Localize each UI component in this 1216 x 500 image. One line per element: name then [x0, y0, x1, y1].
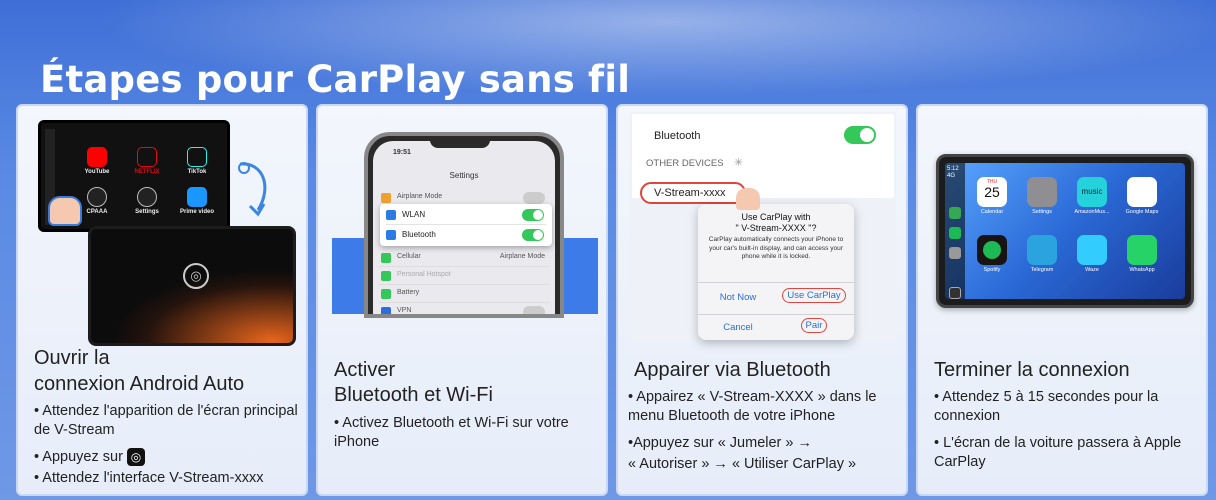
step-card-finish: 5:12 4G THU 25 Calendar Settings music Am… — [916, 104, 1208, 496]
card-title-line1: Ouvrir la — [34, 347, 110, 369]
app-label: Waze — [1085, 267, 1099, 273]
app-label: WhatsApp — [1129, 267, 1155, 273]
bullet-item: « Autoriser » → « Utiliser CarPlay » — [628, 456, 857, 472]
cpaaa-icon — [87, 187, 107, 207]
bullet-item: • L'écran de la voiture passera à Apple … — [934, 435, 1182, 470]
app-label: TikTok — [187, 169, 207, 175]
card-title-line2: Bluetooth et Wi-Fi — [334, 384, 493, 406]
dialog-body: CarPlay automatically connects your iPho… — [708, 236, 844, 260]
bullet-item: • Attendez 5 à 15 secondes pour la conne… — [934, 389, 1159, 424]
app-label: CPAAA — [86, 209, 108, 215]
bullet-item: • Appairez « V-Stream-XXXX » dans le men… — [628, 389, 877, 424]
tapping-hand-icon — [736, 188, 760, 210]
vstream-logo-icon: ◎ — [183, 263, 209, 289]
app-label: Calendar — [980, 209, 1004, 215]
card-bullets: • Appairez « V-Stream-XXXX » dans le men… — [628, 388, 900, 482]
bluetooth-toggle[interactable] — [844, 126, 876, 144]
carplay-dialog: Use CarPlay with " V-Stream-XXXX "? CarP… — [698, 204, 854, 340]
app-label: AmazonMus... — [1074, 209, 1110, 215]
card-bullets: • Attendez 5 à 15 secondes pour la conne… — [934, 388, 1200, 480]
bluetooth-toggle-row: Bluetooth — [386, 225, 546, 245]
bluetooth-icon — [386, 230, 396, 240]
card-title-line1: Activer — [334, 359, 396, 381]
vstream-app-icon: ◎ — [126, 448, 145, 467]
wlan-toggle[interactable] — [522, 209, 544, 221]
wlan-bluetooth-popout: WLAN Bluetooth — [380, 204, 552, 246]
wifi-icon — [386, 210, 396, 220]
app-label: Settings — [135, 209, 159, 215]
carplay-time: 5:12 4G — [947, 166, 959, 179]
google-maps-icon[interactable] — [1127, 177, 1157, 207]
youtube-icon — [87, 147, 107, 167]
spotify-icon[interactable] — [977, 235, 1007, 265]
step-card-pair-bluetooth: Bluetooth OTHER DEVICES ✳ V-Stream-xxxx … — [616, 104, 908, 496]
bullet-text: • Appuyez sur — [34, 449, 123, 465]
app-label: NETFLIX — [134, 169, 160, 175]
amazon-music-icon[interactable]: music — [1077, 177, 1107, 207]
card-title-line2: connexion Android Auto — [34, 373, 245, 395]
bluetooth-settings-mockup: Bluetooth OTHER DEVICES ✳ V-Stream-xxxx … — [630, 112, 896, 340]
app-label: Telegram — [1030, 267, 1054, 273]
settings-row-vpn: VPN — [379, 303, 549, 314]
whatsapp-icon[interactable] — [1127, 235, 1157, 265]
app-label: Prime video — [179, 209, 214, 215]
bluetooth-toggle[interactable] — [522, 229, 544, 241]
other-devices-label: OTHER DEVICES — [646, 158, 724, 169]
card-bullets: • Attendez l'apparition de l'écran princ… — [34, 402, 300, 494]
spotify-dock-icon[interactable] — [949, 227, 961, 239]
cancel-button[interactable]: Cancel — [706, 322, 770, 333]
settings-row-cellular: Cellular Airplane Mode — [379, 249, 549, 267]
card-title: Appairer via Bluetooth — [634, 359, 831, 381]
calendar-icon[interactable]: THU 25 — [977, 177, 1007, 207]
settings-row-hotspot: Personal Hotspot — [379, 267, 549, 285]
settings-header: Settings — [449, 171, 479, 180]
device-v-stream[interactable]: V-Stream-xxxx — [640, 182, 746, 204]
carplay-dock: 5:12 4G — [945, 163, 965, 299]
carplay-screen: 5:12 4G THU 25 Calendar Settings music Am… — [945, 163, 1185, 299]
dialog-title: Use CarPlay with " V-Stream-XXXX "? — [735, 212, 817, 233]
divider — [698, 282, 854, 283]
wlan-toggle-row: WLAN — [386, 205, 546, 225]
tapping-hand-icon — [48, 196, 82, 226]
not-now-button[interactable]: Not Now — [706, 292, 770, 303]
head-unit-vstream-screen: ◎ — [88, 226, 296, 346]
app-label: Google Maps — [1125, 209, 1159, 215]
use-carplay-button[interactable]: Use CarPlay — [778, 288, 850, 303]
bullet-item: • Attendez l'apparition de l'écran princ… — [34, 403, 298, 438]
app-label: Settings — [1032, 209, 1052, 215]
bullet-item: •Appuyez sur « Jumeler » → — [628, 435, 812, 451]
transition-arrow-icon — [238, 162, 267, 217]
settings-row-battery: Battery — [379, 285, 549, 303]
phone-time: 19:51 — [393, 149, 411, 156]
maps-dock-icon[interactable] — [949, 207, 961, 219]
carplay-head-unit: 5:12 4G THU 25 Calendar Settings music Am… — [936, 154, 1194, 308]
bluetooth-label: Bluetooth — [654, 130, 701, 142]
pair-button[interactable]: Pair — [778, 318, 850, 333]
bullet-item: • Attendez l'interface V-Stream-xxxx — [34, 470, 264, 486]
waze-icon[interactable] — [1077, 235, 1107, 265]
settings-dock-icon[interactable] — [949, 247, 961, 259]
netflix-icon — [137, 147, 157, 167]
bullet-item: • Appuyez sur ◎ — [34, 448, 300, 467]
app-label: YouTube — [84, 169, 110, 175]
telegram-icon[interactable] — [1027, 235, 1057, 265]
page-title: Étapes pour CarPlay sans fil — [40, 58, 631, 101]
app-label: Spotify — [983, 267, 1001, 273]
divider — [698, 314, 854, 315]
settings-icon[interactable] — [1027, 177, 1057, 207]
dashboard-icon[interactable] — [949, 287, 961, 299]
prime-video-icon — [187, 187, 207, 207]
step-card-bluetooth-wifi: 19:51 Settings Airplane Mode Cellular Air… — [316, 104, 608, 496]
settings-icon — [137, 187, 157, 207]
tiktok-icon — [187, 147, 207, 167]
card-title: Terminer la connexion — [934, 359, 1130, 381]
step-card-android-auto: YouTube NETFLIX TikTok CPAAA Settings Pr… — [16, 104, 308, 496]
bullet-item: • Activez Bluetooth et Wi-Fi sur votre i… — [334, 415, 569, 450]
card-bullets: • Activez Bluetooth et Wi-Fi sur votre i… — [334, 414, 600, 460]
phone-notch — [430, 136, 490, 148]
loading-spinner-icon: ✳ — [734, 157, 744, 169]
